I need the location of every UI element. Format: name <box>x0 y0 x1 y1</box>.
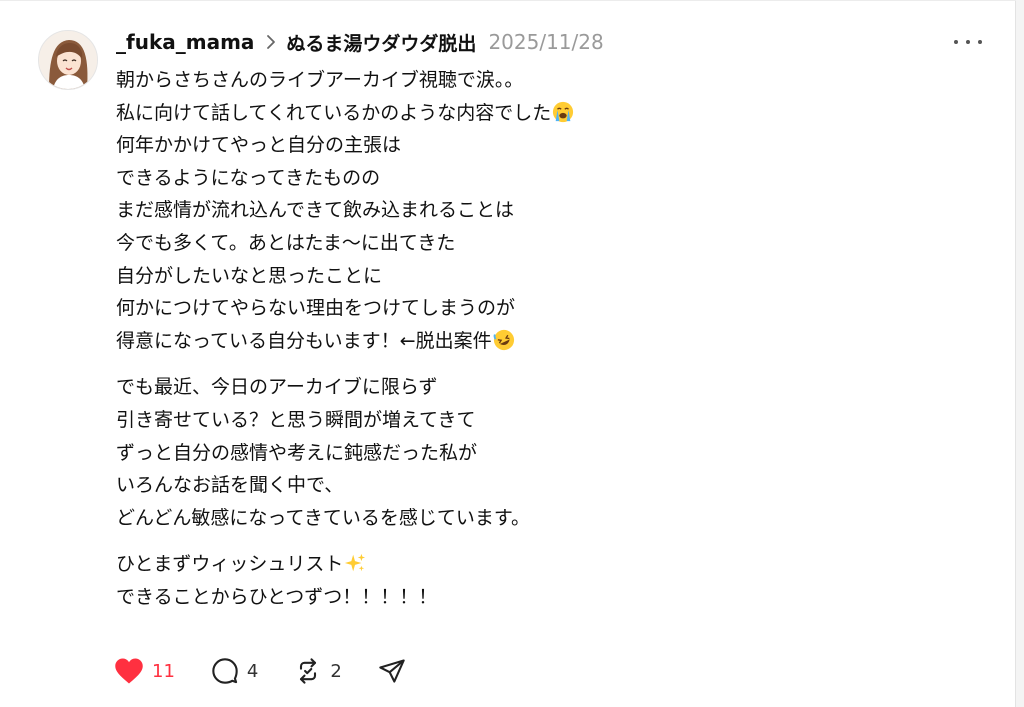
chevron-right-icon <box>266 34 276 50</box>
body-line-text: ひとまずウィッシュリスト <box>116 553 344 576</box>
body-line-text: 私に向けて話してくれているかのような内容でした <box>116 101 552 124</box>
send-icon <box>379 659 405 683</box>
action-bar: 11 4 2 <box>114 656 442 686</box>
avatar[interactable] <box>38 30 98 90</box>
body-line: できるようになってきたものの <box>116 166 381 189</box>
username[interactable]: _fuka_mama <box>116 30 254 54</box>
post-body: 朝からさちさんのライブアーカイブ視聴で涙。。 私に向けて話してくれているかのよう… <box>116 64 976 614</box>
share-button[interactable] <box>378 657 406 685</box>
like-button[interactable]: 11 <box>114 657 175 685</box>
body-line: 自分がしたいなと思ったことに <box>116 264 383 287</box>
repost-count: 2 <box>330 660 342 682</box>
body-line: 何かにつけてやらない理由をつけてしまうのが <box>116 297 516 320</box>
heart-icon <box>115 658 143 684</box>
loudly-crying-face-icon <box>553 101 574 122</box>
reply-button[interactable]: 4 <box>211 657 258 685</box>
post-header: _fuka_mama ぬるま湯ウダウダ脱出 2025/11/28 <box>116 26 604 58</box>
body-line: まだ感情が流れ込んできて飲み込まれることは <box>116 199 515 222</box>
body-line: いろんなお話を聞く中で、 <box>116 474 344 497</box>
sparkles-icon <box>345 554 366 572</box>
body-line: 今でも多くて。あとはたま〜に出てきた <box>116 231 456 254</box>
avatar-illustration <box>39 31 97 89</box>
body-line: ずっと自分の感情や考えに鈍感だった私が <box>116 441 478 464</box>
body-line: でも最近、今日のアーカイブに限らず <box>116 376 438 399</box>
paragraph: 朝からさちさんのライブアーカイブ視聴で涙。。 私に向けて話してくれているかのよう… <box>116 64 976 357</box>
body-line: 何年かかけてやっと自分の主張は <box>116 134 402 157</box>
body-line: 得意になっている自分もいます！←脱出案件 <box>116 325 976 358</box>
body-line: ひとまずウィッシュリスト <box>116 548 976 581</box>
body-line: どんどん敏感になってきているを感じています。 <box>116 506 531 529</box>
paragraph: ひとまずウィッシュリスト できることからひとつずつ！！！！！ <box>116 548 976 613</box>
body-line: 私に向けて話してくれているかのような内容でした <box>116 97 976 130</box>
post-card: _fuka_mama ぬるま湯ウダウダ脱出 2025/11/28 朝からさちさん… <box>0 0 1016 707</box>
comment-icon <box>212 658 238 684</box>
divider <box>0 0 1016 1</box>
body-line-text: 得意になっている自分もいます！←脱出案件 <box>116 329 492 352</box>
community-name[interactable]: ぬるま湯ウダウダ脱出 <box>286 29 476 56</box>
body-line: できることからひとつずつ！！！！！ <box>116 585 438 608</box>
reply-count: 4 <box>246 660 259 682</box>
body-line: 朝からさちさんのライブアーカイブ視聴で涙。。 <box>116 69 524 91</box>
body-line: 引き寄せている？と思う瞬間が増えてきて <box>116 408 476 431</box>
rolling-on-floor-laughing-icon <box>493 329 514 350</box>
repost-icon <box>300 658 317 684</box>
repost-button[interactable]: 2 <box>294 657 342 685</box>
post-date: 2025/11/28 <box>488 30 604 54</box>
like-count: 11 <box>152 660 175 682</box>
more-options-icon[interactable] <box>954 32 982 52</box>
paragraph: でも最近、今日のアーカイブに限らず 引き寄せている？と思う瞬間が増えてきて ずっ… <box>116 371 976 534</box>
